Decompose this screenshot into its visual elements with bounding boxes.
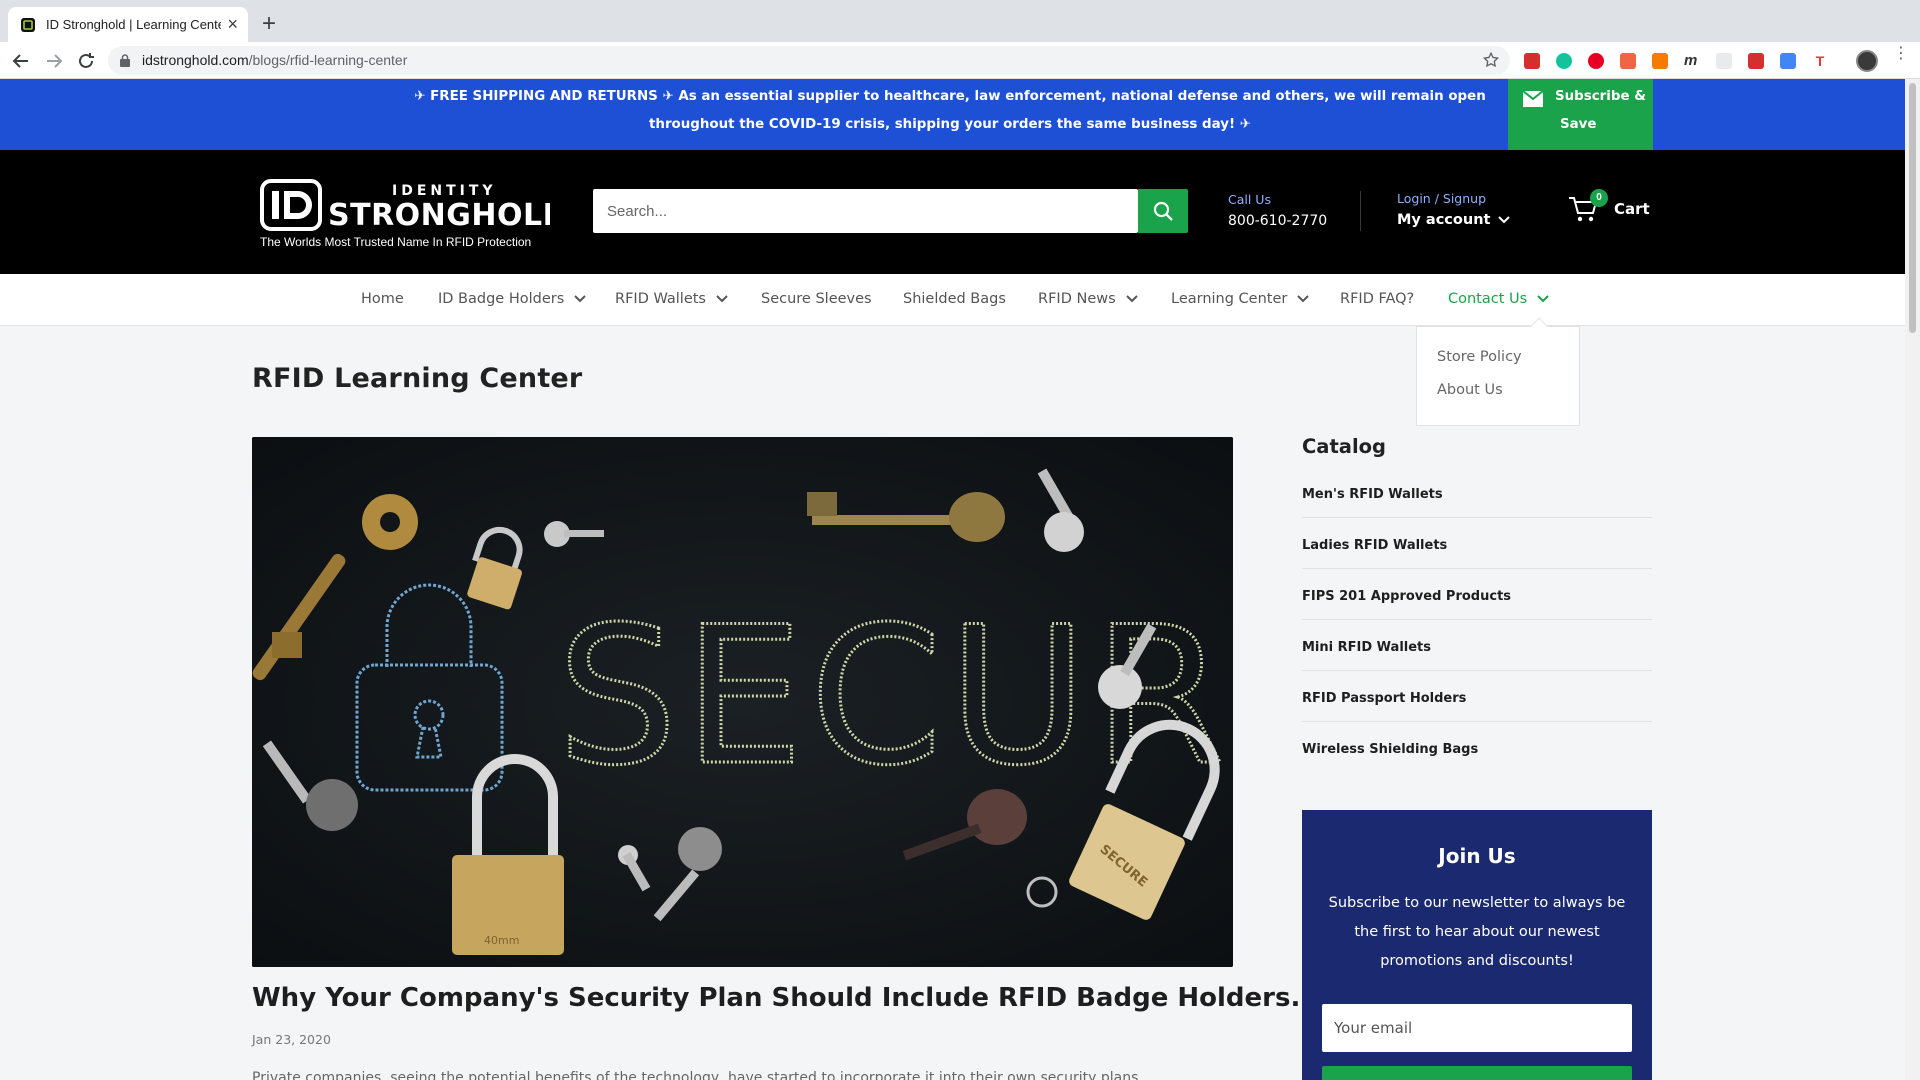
nav-secure-sleeves[interactable]: Secure Sleeves: [761, 291, 872, 307]
my-account-label[interactable]: My account: [1397, 212, 1490, 228]
bookmark-star-icon[interactable]: [1482, 51, 1500, 69]
browser-toolbar: idstronghold.com/blogs/rfid-learning-cen…: [0, 42, 1920, 79]
login-signup-link[interactable]: Login / Signup: [1397, 191, 1510, 206]
nav-home[interactable]: Home: [361, 291, 404, 307]
close-tab-icon[interactable]: ×: [227, 14, 238, 35]
extension-icon[interactable]: [1620, 53, 1636, 69]
catalog-item-ladies-wallets[interactable]: Ladies RFID Wallets: [1302, 518, 1652, 569]
catalog-item-shielding-bags[interactable]: Wireless Shielding Bags: [1302, 722, 1652, 773]
extension-t-icon[interactable]: T: [1812, 53, 1828, 69]
catalog-item-passport-holders[interactable]: RFID Passport Holders: [1302, 671, 1652, 722]
cart-button[interactable]: 0 Cart: [1568, 189, 1650, 223]
browser-tabstrip: ID Stronghold | Learning Cente × +: [0, 0, 1920, 42]
nav-learning-center[interactable]: Learning Center: [1171, 291, 1310, 307]
chevron-down-icon: [1297, 295, 1310, 303]
back-arrow-icon[interactable]: [10, 50, 32, 72]
contact-us-dropdown: Store Policy About Us: [1416, 317, 1580, 426]
nav-rfid-news[interactable]: RFID News: [1038, 291, 1138, 307]
identity-stronghold-logo-icon: IDENTITY STRONGHOLD: [260, 179, 568, 233]
newsletter-text: Subscribe to our newsletter to always be…: [1328, 895, 1626, 969]
tab-title: ID Stronghold | Learning Cente: [46, 17, 222, 32]
catalog-list: Men's RFID Wallets Ladies RFID Wallets F…: [1302, 467, 1652, 773]
pinterest-extension-icon[interactable]: [1588, 53, 1604, 69]
new-tab-button[interactable]: +: [258, 9, 280, 39]
chevron-down-icon: [574, 295, 586, 303]
announcement-text: ✈ FREE SHIPPING AND RETURNS ✈ As an esse…: [414, 89, 1486, 132]
nav-contact-us[interactable]: Contact Us: [1448, 291, 1549, 307]
extension-icon[interactable]: [1524, 53, 1540, 69]
cart-label: Cart: [1614, 200, 1650, 218]
mail-icon: [1523, 91, 1543, 107]
chevron-down-icon: [1537, 295, 1549, 303]
header-divider: [1360, 191, 1361, 231]
nav-id-badge-holders[interactable]: ID Badge Holders: [438, 291, 586, 307]
address-bar[interactable]: idstronghold.com/blogs/rfid-learning-cen…: [108, 46, 1510, 75]
call-us[interactable]: Call Us 800-610-2770: [1228, 192, 1327, 229]
account-menu[interactable]: Login / Signup My account: [1397, 191, 1511, 228]
join-us-heading: Join Us: [1438, 844, 1516, 868]
article-excerpt: Private companies, seeing the potential …: [252, 1070, 1143, 1080]
browser-menu-icon[interactable]: ⋮: [1893, 46, 1909, 62]
search-icon: [1153, 201, 1173, 221]
main-nav: Home ID Badge Holders RFID Wallets Secur…: [0, 274, 1905, 326]
svg-text:40mm: 40mm: [484, 934, 519, 947]
page-scrollbar[interactable]: [1905, 79, 1920, 1080]
nav-rfid-faq[interactable]: RFID FAQ?: [1340, 291, 1414, 307]
docs-extension-icon[interactable]: [1780, 53, 1796, 69]
svg-text:STRONGHOLD: STRONGHOLD: [328, 198, 550, 233]
browser-tab[interactable]: ID Stronghold | Learning Cente ×: [8, 7, 248, 42]
article-date: Jan 23, 2020: [252, 1032, 331, 1047]
cart-count-badge: 0: [1590, 189, 1608, 207]
profile-avatar[interactable]: [1856, 50, 1878, 72]
site-logo[interactable]: IDENTITY STRONGHOLD The Worlds Most Trus…: [260, 177, 568, 249]
extension-icon[interactable]: [1652, 53, 1668, 69]
catalog-item-fips-201[interactable]: FIPS 201 Approved Products: [1302, 569, 1652, 620]
search-input[interactable]: [593, 189, 1138, 233]
extension-new-icon[interactable]: [1748, 53, 1764, 69]
dropdown-about-us[interactable]: About Us: [1437, 382, 1503, 398]
search-box[interactable]: [593, 189, 1138, 233]
article-title-link[interactable]: Why Your Company's Security Plan Should …: [252, 983, 1300, 1013]
logo-tagline: The Worlds Most Trusted Name In RFID Pro…: [260, 235, 532, 249]
catalog-item-mini-wallets[interactable]: Mini RFID Wallets: [1302, 620, 1652, 671]
site-header: IDENTITY STRONGHOLD The Worlds Most Trus…: [0, 150, 1905, 274]
scrollbar-thumb[interactable]: [1909, 83, 1916, 333]
site-favicon-icon: [21, 17, 35, 32]
page-viewport: ✈ FREE SHIPPING AND RETURNS ✈ As an esse…: [0, 79, 1905, 1080]
catalog-heading: Catalog: [1302, 435, 1386, 458]
chevron-down-icon: [716, 295, 728, 303]
search-button[interactable]: [1138, 189, 1188, 233]
reload-icon[interactable]: [75, 50, 97, 72]
secure-keys-illustration: SECURE: [252, 437, 1233, 967]
newsletter-subscribe-button[interactable]: [1322, 1066, 1632, 1080]
dropdown-store-policy[interactable]: Store Policy: [1437, 349, 1522, 365]
svg-text:IDENTITY: IDENTITY: [392, 183, 497, 199]
grammarly-extension-icon[interactable]: [1556, 53, 1572, 69]
catalog-item-mens-wallets[interactable]: Men's RFID Wallets: [1302, 467, 1652, 518]
article-hero-image[interactable]: SECURE: [252, 437, 1233, 967]
lock-icon: [120, 54, 130, 67]
extension-m-icon[interactable]: m: [1684, 53, 1700, 69]
subscribe-save-button[interactable]: Subscribe & Save: [1508, 79, 1653, 150]
nav-rfid-wallets[interactable]: RFID Wallets: [615, 291, 728, 307]
email-field[interactable]: [1322, 1004, 1632, 1052]
chevron-down-icon: [1125, 295, 1138, 303]
chevron-down-icon: [1498, 216, 1511, 224]
phone-number[interactable]: 800-610-2770: [1228, 213, 1327, 229]
newsletter-box: Join Us Subscribe to our newsletter to a…: [1302, 810, 1652, 1080]
nav-shielded-bags[interactable]: Shielded Bags: [903, 291, 1006, 307]
announcement-bar: ✈ FREE SHIPPING AND RETURNS ✈ As an esse…: [0, 79, 1905, 150]
extension-icon[interactable]: [1716, 53, 1732, 69]
call-us-label: Call Us: [1228, 192, 1271, 207]
url-text: idstronghold.com/blogs/rfid-learning-cen…: [142, 52, 408, 68]
forward-arrow-icon[interactable]: [43, 50, 65, 72]
page-title: RFID Learning Center: [252, 363, 583, 394]
